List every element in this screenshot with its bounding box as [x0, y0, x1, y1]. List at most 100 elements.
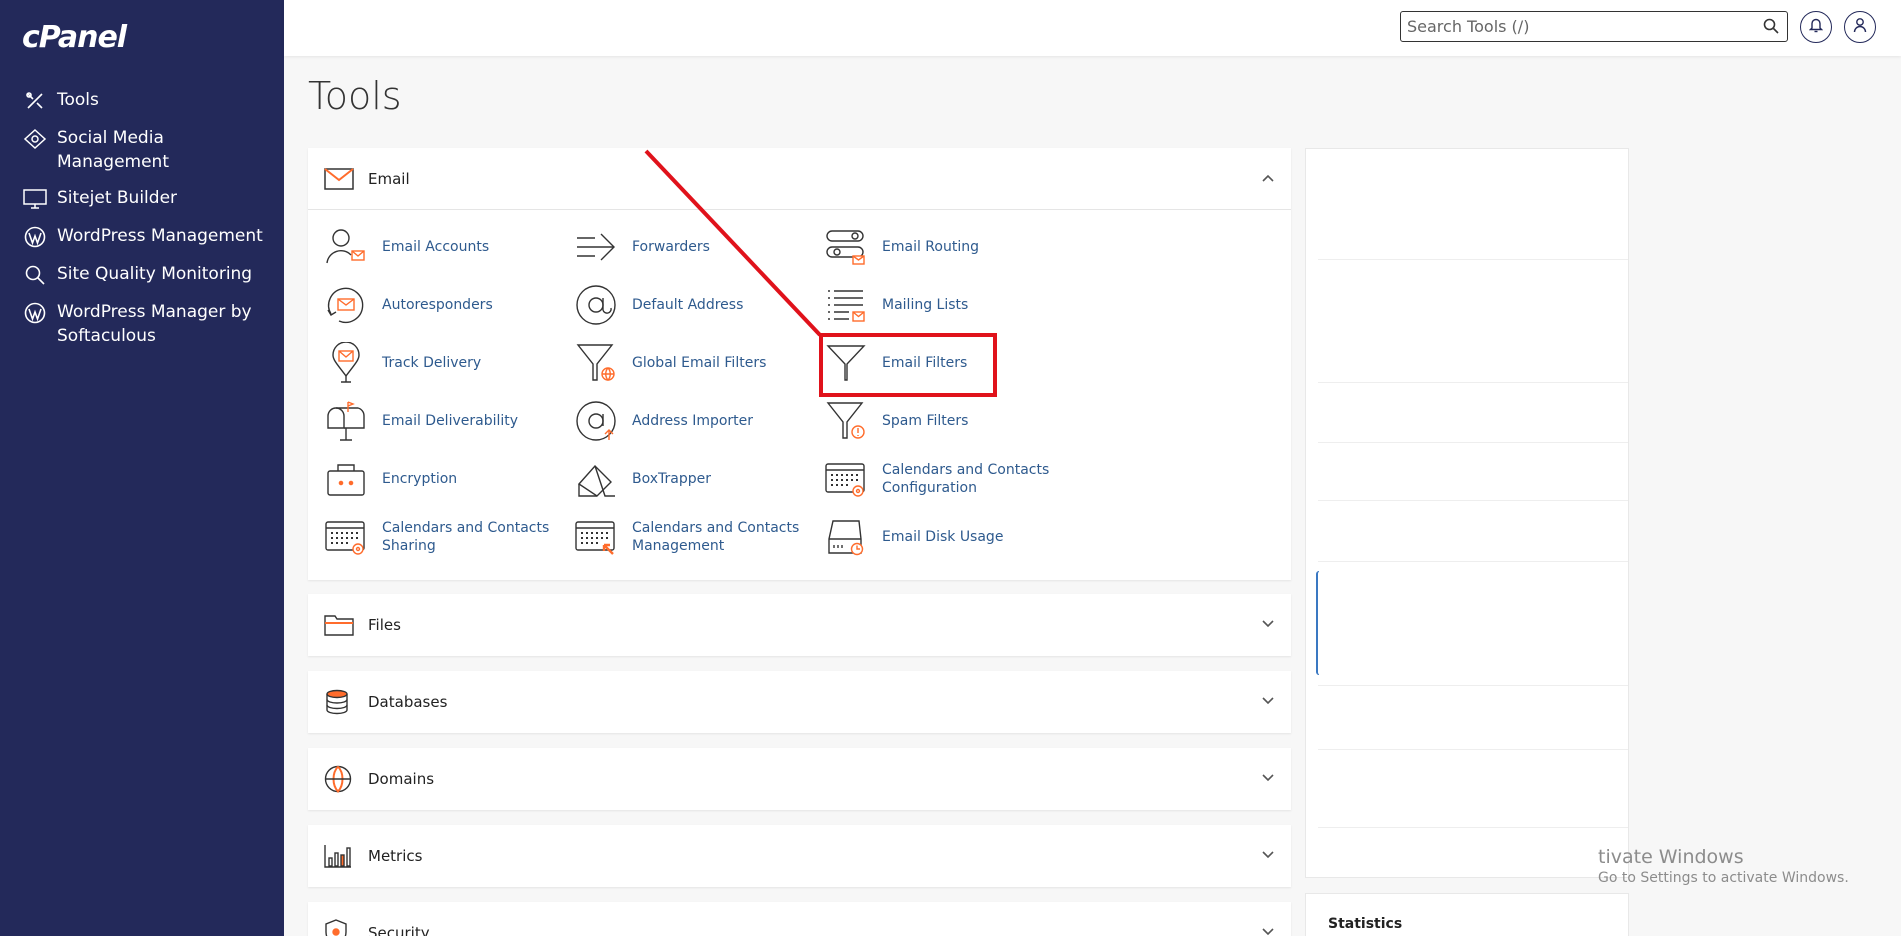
metrics-section-header[interactable]: Metrics — [308, 825, 1291, 887]
general-info-panel — [1305, 148, 1629, 878]
files-section-header[interactable]: Files — [308, 594, 1291, 656]
search-box[interactable] — [1400, 11, 1788, 42]
encryption-icon — [324, 457, 368, 501]
chevron-down-icon[interactable] — [1261, 616, 1275, 634]
tool-email-deliverability[interactable]: Email Deliverability — [324, 396, 574, 446]
tool-label: Email Filters — [882, 355, 968, 371]
chevron-down-icon[interactable] — [1261, 847, 1275, 865]
folder-icon — [324, 613, 358, 637]
wordpress-icon — [22, 224, 48, 250]
tool-label: Email Deliverability — [382, 413, 519, 429]
tool-global-email-filters[interactable]: Global Email Filters — [574, 338, 824, 388]
files-section: Files — [308, 594, 1291, 656]
tool-label: Encryption — [382, 471, 458, 487]
tool-encryption[interactable]: Encryption — [324, 454, 574, 504]
calendar-sharing-icon — [324, 515, 368, 559]
tool-label: Track Delivery — [382, 355, 482, 371]
social-media-icon — [22, 126, 48, 152]
envelope-icon — [324, 167, 358, 190]
tool-calendars-contacts-management[interactable]: Calendars and Contacts Management — [574, 512, 824, 562]
spam-filter-icon — [824, 399, 868, 443]
chevron-up-icon[interactable] — [1261, 170, 1275, 188]
divider — [1318, 500, 1628, 501]
at-sign-icon — [574, 283, 618, 327]
sidebar-item-tools[interactable]: Tools — [22, 88, 272, 114]
tool-autoresponders[interactable]: Autoresponders — [324, 280, 574, 330]
search-icon[interactable] — [1763, 18, 1779, 39]
calendar-management-icon — [574, 515, 618, 559]
email-section-header[interactable]: Email — [308, 148, 1291, 210]
track-delivery-icon — [324, 341, 368, 385]
chevron-down-icon[interactable] — [1261, 770, 1275, 788]
section-title: Email — [368, 169, 410, 188]
mailbox-icon — [324, 399, 368, 443]
section-title: Security — [368, 924, 430, 936]
domains-section: Domains — [308, 748, 1291, 810]
tool-label: Mailing Lists — [882, 297, 969, 313]
tool-email-routing[interactable]: Email Routing — [824, 222, 1074, 272]
sidebar: cPanel Tools Social Media Management Sit… — [0, 0, 284, 936]
disk-usage-icon — [824, 515, 868, 559]
sitejet-icon — [22, 186, 48, 212]
databases-section: Databases — [308, 671, 1291, 733]
sidebar-item-label: Social Media Management — [57, 128, 169, 172]
page-title: Tools — [308, 74, 402, 118]
shield-icon — [324, 919, 358, 936]
autoresponders-icon — [324, 283, 368, 327]
tool-label: Calendars and Contacts Configuration — [882, 462, 1050, 496]
tool-label: Email Routing — [882, 239, 979, 255]
mailing-lists-icon — [824, 283, 868, 327]
boxtrapper-icon — [574, 457, 618, 501]
sidebar-item-label: WordPress Manager by Softaculous — [57, 302, 252, 346]
tool-address-importer[interactable]: Address Importer — [574, 396, 824, 446]
email-accounts-icon — [324, 225, 368, 269]
chevron-down-icon[interactable] — [1261, 693, 1275, 711]
tool-boxtrapper[interactable]: BoxTrapper — [574, 454, 824, 504]
tool-calendars-contacts-sharing[interactable]: Calendars and Contacts Sharing — [324, 512, 574, 562]
tool-email-disk-usage[interactable]: Email Disk Usage — [824, 512, 1074, 562]
divider — [1318, 561, 1628, 562]
notifications-button[interactable] — [1800, 11, 1832, 43]
tool-email-accounts[interactable]: Email Accounts — [324, 222, 574, 272]
cpanel-logo[interactable]: cPanel — [22, 20, 127, 55]
tool-label: BoxTrapper — [632, 471, 711, 487]
tool-default-address[interactable]: Default Address — [574, 280, 824, 330]
user-menu-button[interactable] — [1844, 11, 1876, 43]
global-filter-icon — [574, 341, 618, 385]
magnifier-icon — [22, 262, 48, 288]
tool-label: Spam Filters — [882, 413, 969, 429]
tool-label: Email Disk Usage — [882, 529, 1004, 545]
tool-track-delivery[interactable]: Track Delivery — [324, 338, 574, 388]
windows-activation-watermark: tivate Windows Go to Settings to activat… — [1598, 846, 1849, 886]
sidebar-item-social-media[interactable]: Social Media Management — [22, 126, 272, 174]
tool-calendars-contacts-configuration[interactable]: Calendars and Contacts Configuration — [824, 454, 1074, 504]
domains-section-header[interactable]: Domains — [308, 748, 1291, 810]
tool-forwarders[interactable]: Forwarders — [574, 222, 824, 272]
tool-label: Autoresponders — [382, 297, 493, 313]
email-routing-icon — [824, 225, 868, 269]
sidebar-item-wordpress-manager[interactable]: WordPress Manager by Softaculous — [22, 300, 272, 348]
sidebar-item-label: Tools — [57, 90, 99, 110]
email-section: Email Email Accounts Forwarders Email Ro… — [308, 148, 1291, 580]
security-section-header[interactable]: Security — [308, 902, 1291, 936]
databases-section-header[interactable]: Databases — [308, 671, 1291, 733]
sidebar-item-sitejet[interactable]: Sitejet Builder — [22, 186, 272, 212]
sidebar-item-wordpress-management[interactable]: WordPress Management — [22, 224, 272, 250]
divider — [1318, 442, 1628, 443]
funnel-icon — [824, 341, 868, 385]
tool-spam-filters[interactable]: Spam Filters — [824, 396, 1074, 446]
sidebar-item-site-quality[interactable]: Site Quality Monitoring — [22, 262, 272, 288]
divider — [1318, 685, 1628, 686]
database-icon — [324, 689, 358, 715]
tool-mailing-lists[interactable]: Mailing Lists — [824, 280, 1074, 330]
tool-email-filters[interactable]: Email Filters — [824, 338, 1074, 388]
statistics-title: Statistics — [1328, 916, 1403, 932]
highlight-box — [1316, 571, 1319, 675]
statistics-panel: Statistics — [1305, 893, 1629, 936]
section-title: Databases — [368, 693, 448, 711]
watermark-line1: tivate Windows — [1598, 846, 1744, 868]
search-input[interactable] — [1407, 12, 1747, 40]
chevron-down-icon[interactable] — [1261, 924, 1275, 936]
security-section: Security — [308, 902, 1291, 936]
tool-label: Default Address — [632, 297, 744, 313]
